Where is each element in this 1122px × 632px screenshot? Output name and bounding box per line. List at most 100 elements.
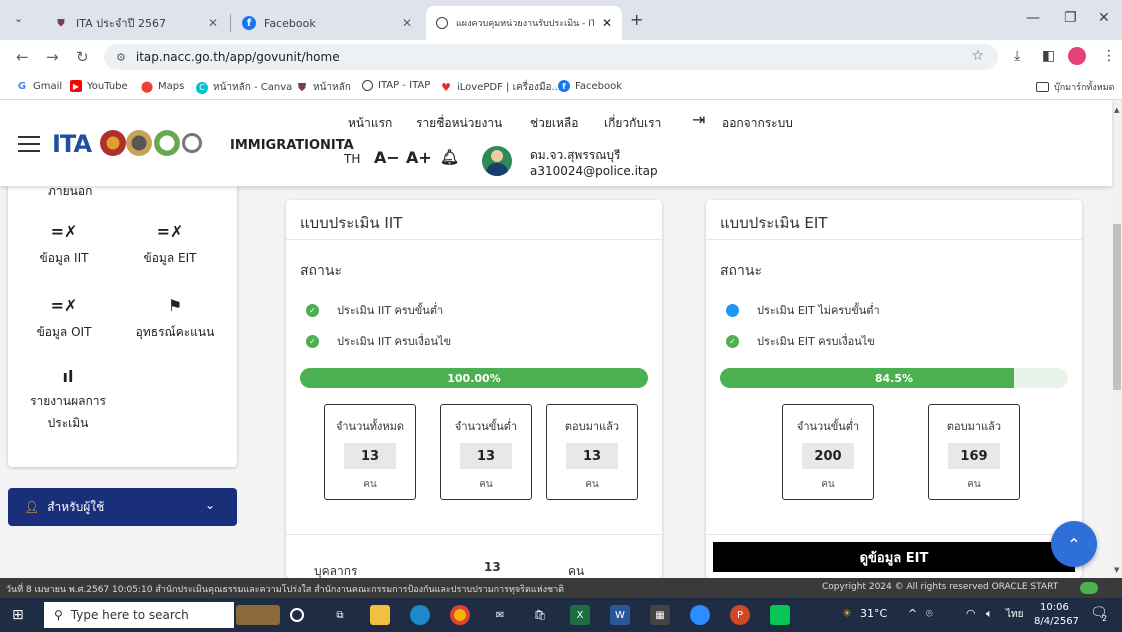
task-view-icon[interactable]: ⧉: [330, 605, 350, 625]
input-language[interactable]: ไทย: [1006, 607, 1023, 622]
profile-icon[interactable]: [1068, 47, 1086, 65]
minimize-icon[interactable]: —: [1026, 10, 1040, 26]
temperature-text[interactable]: 31°C: [860, 607, 887, 620]
user-avatar[interactable]: [482, 146, 512, 176]
volume-icon[interactable]: 🔈︎: [986, 607, 993, 621]
stat-value: 200: [802, 443, 854, 469]
bookmarks-bar: G Gmail ▶ YouTube ⬤ Maps C หน้าหลัก - Canva …: [0, 74, 1122, 100]
page-scrollbar[interactable]: ▲ ▼: [1112, 100, 1122, 578]
tab-facebook[interactable]: f Facebook ✕: [232, 6, 422, 40]
tab-ita-2567[interactable]: ⛊ ITA ประจำปี 2567 ✕: [44, 6, 228, 40]
bookmark-itap[interactable]: ITAP - ITAP: [362, 80, 430, 91]
google-icon: G: [17, 80, 27, 92]
check-circle-icon: ✓: [306, 334, 319, 348]
chevron-down-icon: ⌄: [204, 498, 215, 512]
nav-about[interactable]: เกี่ยวกับเรา: [604, 114, 661, 133]
reload-icon[interactable]: ↻: [76, 48, 89, 66]
taskbar-search-input[interactable]: ⚲ Type here to search: [44, 602, 234, 628]
font-increase-button[interactable]: A+: [406, 148, 432, 167]
bookmark-canva[interactable]: C หน้าหลัก - Canva: [196, 80, 292, 95]
bookmark-youtube[interactable]: ▶ YouTube: [70, 80, 128, 92]
tray-chevron-up-icon[interactable]: ^: [908, 607, 917, 620]
hedgehog-widget-icon[interactable]: [236, 605, 280, 625]
stat-responded: ตอบมาแล้ว 13 คน: [546, 404, 638, 500]
bookmark-facebook[interactable]: f Facebook: [558, 80, 622, 92]
weather-icon[interactable]: ☀: [842, 607, 852, 620]
calculator-icon[interactable]: ▦: [650, 605, 670, 625]
scrollbar-thumb[interactable]: [1113, 224, 1121, 390]
zoom-icon[interactable]: [690, 605, 710, 625]
close-tab-icon[interactable]: ✕: [602, 16, 612, 30]
windows-start-icon[interactable]: ⊞: [12, 607, 24, 623]
sidebar-item-oit-data[interactable]: =✗ ข้อมูล OIT: [24, 296, 104, 342]
stat-value: 13: [344, 443, 396, 469]
all-bookmarks[interactable]: บุ๊กมาร์กทั้งหมด: [1036, 80, 1114, 94]
close-tab-icon[interactable]: ✕: [208, 16, 218, 30]
excel-icon[interactable]: X: [570, 605, 590, 625]
chrome-icon[interactable]: [450, 605, 470, 625]
checklist-icon: =✗: [50, 222, 78, 241]
clock-time[interactable]: 10:06: [1040, 602, 1069, 613]
tab-search-icon[interactable]: ⌄: [14, 12, 23, 25]
site-settings-icon[interactable]: ⚙: [116, 51, 126, 64]
status-heading: สถานะ: [300, 263, 342, 279]
close-tab-icon[interactable]: ✕: [402, 16, 412, 30]
restore-icon[interactable]: ❐: [1064, 10, 1077, 26]
file-explorer-icon[interactable]: [370, 605, 390, 625]
sidebar-item-eit-data[interactable]: =✗ ข้อมูล EIT: [130, 222, 210, 268]
logout-icon[interactable]: ⇥: [692, 110, 705, 129]
tab-itap-dashboard[interactable]: แผงควบคุมหน่วยงานรับประเมิน - ITA ✕: [426, 6, 622, 40]
sidebar-item-appeal[interactable]: ⚑ อุทธรณ์คะแนน: [120, 296, 230, 342]
nav-help[interactable]: ช่วยเหลือ: [530, 114, 579, 133]
nav-logout[interactable]: ออกจากระบบ: [722, 114, 793, 133]
personnel-label: บุคลากร: [314, 564, 358, 578]
store-icon[interactable]: 🛍︎: [530, 605, 550, 625]
card-title: แบบประเมิน EIT: [720, 214, 828, 232]
powerpoint-icon[interactable]: P: [730, 605, 750, 625]
download-icon[interactable]: ⤓: [1014, 48, 1020, 64]
forward-icon[interactable]: →: [46, 48, 59, 66]
checklist-icon: =✗: [50, 296, 78, 315]
hamburger-menu-icon[interactable]: [18, 136, 40, 152]
new-tab-button[interactable]: +: [630, 10, 643, 29]
nav-home[interactable]: หน้าแรก: [348, 114, 392, 133]
bell-icon[interactable]: 🔔︎: [440, 148, 459, 166]
word-icon[interactable]: W: [610, 605, 630, 625]
check-circle-icon: ✓: [306, 303, 319, 317]
personnel-unit: คน: [568, 564, 585, 578]
sidebar-item-iit-data[interactable]: =✗ ข้อมูล IIT: [24, 222, 104, 268]
line-icon[interactable]: [770, 605, 790, 625]
unit-name: IMMIGRATIONITA: [230, 138, 354, 153]
progress-label: 100.00%: [447, 371, 501, 385]
stat-minimum: จำนวนขั้นต่ำ 13 คน: [440, 404, 532, 500]
user-menu-dropdown[interactable]: 👤︎ สำหรับผู้ใช้ ⌄: [8, 488, 237, 526]
more-menu-icon[interactable]: ⋮: [1102, 48, 1116, 64]
wifi-icon[interactable]: ◠: [966, 607, 976, 620]
side-panel-icon[interactable]: ◧: [1042, 48, 1055, 64]
url-text: itap.nacc.go.th/app/govunit/home: [135, 50, 340, 64]
search-icon: ⚲: [54, 608, 63, 622]
sidebar-item-report[interactable]: ıl รายงานผลการประเมิน: [20, 366, 116, 434]
status-heading: สถานะ: [720, 263, 762, 279]
mail-icon[interactable]: ✉: [490, 605, 510, 625]
bookmark-ilovepdf[interactable]: ♥ iLovePDF | เครื่องมือ...: [440, 80, 561, 95]
cortana-icon[interactable]: [290, 608, 304, 622]
edge-icon[interactable]: [410, 605, 430, 625]
bookmark-maps[interactable]: ⬤ Maps: [141, 80, 184, 93]
bookmark-gmail[interactable]: G Gmail: [16, 80, 62, 92]
site-header: ITA IMMIGRATIONITA หน้าแรก รายชื่อหน่วยง…: [0, 100, 1112, 186]
font-decrease-button[interactable]: A−: [374, 148, 400, 167]
page-content: ITA IMMIGRATIONITA หน้าแรก รายชื่อหน่วยง…: [0, 100, 1122, 578]
language-toggle[interactable]: TH: [344, 152, 360, 166]
network-icon[interactable]: ⌾: [926, 607, 933, 621]
back-icon[interactable]: ←: [16, 48, 29, 66]
nav-unit-list[interactable]: รายชื่อหน่วยงาน: [416, 114, 502, 133]
bookmark-star-icon[interactable]: ☆: [971, 48, 984, 64]
scroll-to-top-button[interactable]: ⌃: [1051, 521, 1097, 567]
bookmark-home[interactable]: ⛊ หน้าหลัก: [296, 80, 351, 95]
view-eit-button[interactable]: ดูข้อมูล EIT: [713, 542, 1075, 572]
close-window-icon[interactable]: ✕: [1098, 10, 1110, 26]
address-bar[interactable]: ⚙ itap.nacc.go.th/app/govunit/home ☆: [104, 44, 998, 70]
iit-progress-bar: 100.00%: [300, 368, 648, 388]
clock-date[interactable]: 8/4/2567: [1034, 616, 1079, 627]
